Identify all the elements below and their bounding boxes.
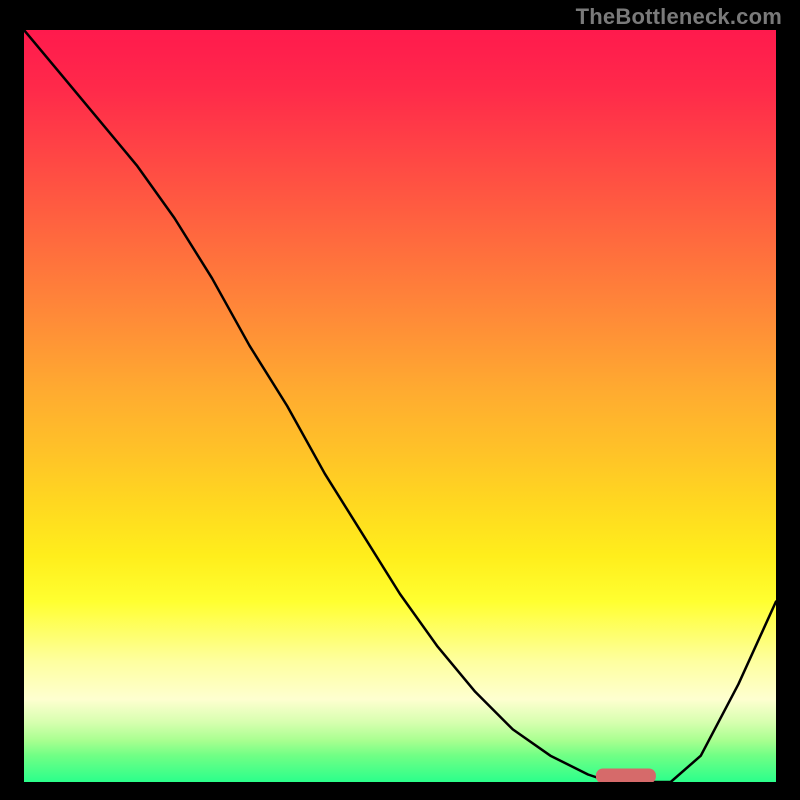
bottleneck-curve (24, 30, 776, 782)
chart-frame: TheBottleneck.com (0, 0, 800, 800)
watermark-text: TheBottleneck.com (576, 4, 782, 30)
curve-path (24, 30, 776, 782)
plot-area (24, 30, 776, 782)
optimum-marker (596, 769, 656, 783)
